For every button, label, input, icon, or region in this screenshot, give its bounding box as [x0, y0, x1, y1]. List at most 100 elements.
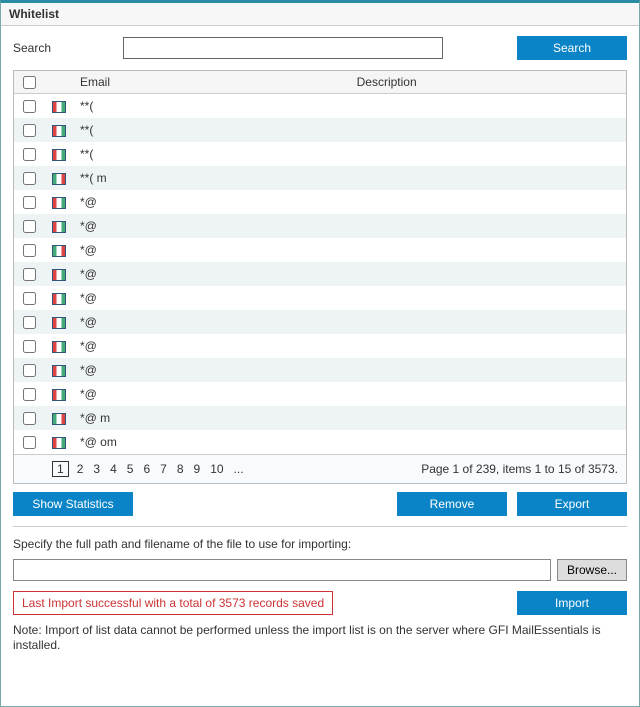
- entry-icon: [52, 221, 66, 233]
- row-checkbox[interactable]: [23, 244, 36, 257]
- row-email: **( m: [74, 166, 351, 190]
- col-email: Email: [74, 71, 351, 94]
- search-button[interactable]: Search: [517, 36, 627, 60]
- export-button[interactable]: Export: [517, 492, 627, 516]
- page-link[interactable]: 8: [175, 462, 186, 476]
- page-link[interactable]: 4: [108, 462, 119, 476]
- import-button[interactable]: Import: [517, 591, 627, 615]
- row-checkbox[interactable]: [23, 220, 36, 233]
- row-description: [351, 406, 626, 430]
- entry-icon: [52, 437, 66, 449]
- row-email: **(: [74, 142, 351, 166]
- import-note: Note: Import of list data cannot be perf…: [13, 623, 627, 654]
- row-checkbox[interactable]: [23, 316, 36, 329]
- entry-icon: [52, 389, 66, 401]
- page-link[interactable]: 9: [192, 462, 203, 476]
- entry-icon: [52, 173, 66, 185]
- row-description: [351, 286, 626, 310]
- entry-icon: [52, 317, 66, 329]
- row-checkbox[interactable]: [23, 100, 36, 113]
- window-title: Whitelist: [1, 3, 639, 26]
- row-email: *@: [74, 286, 351, 310]
- row-email: *@: [74, 334, 351, 358]
- entry-icon: [52, 125, 66, 137]
- row-checkbox[interactable]: [23, 172, 36, 185]
- table-row[interactable]: *@: [14, 262, 626, 286]
- page-link[interactable]: 2: [75, 462, 86, 476]
- whitelist-table: Email Description **(**(**(**( m*@*@*@*@…: [13, 70, 627, 484]
- entry-icon: [52, 413, 66, 425]
- row-checkbox[interactable]: [23, 268, 36, 281]
- row-email: *@: [74, 310, 351, 334]
- row-checkbox[interactable]: [23, 124, 36, 137]
- entry-icon: [52, 341, 66, 353]
- row-email: *@: [74, 262, 351, 286]
- search-input[interactable]: [123, 37, 443, 59]
- entry-icon: [52, 101, 66, 113]
- row-description: [351, 118, 626, 142]
- table-row[interactable]: *@: [14, 382, 626, 406]
- import-label: Specify the full path and filename of th…: [13, 537, 627, 551]
- page-list: 123456789 10...: [52, 461, 246, 477]
- browse-button[interactable]: Browse...: [557, 559, 627, 581]
- show-statistics-button[interactable]: Show Statistics: [13, 492, 133, 516]
- page-link[interactable]: 5: [125, 462, 136, 476]
- table-row[interactable]: *@: [14, 286, 626, 310]
- import-status: Last Import successful with a total of 3…: [13, 591, 333, 615]
- row-description: [351, 430, 626, 454]
- entry-icon: [52, 197, 66, 209]
- row-checkbox[interactable]: [23, 196, 36, 209]
- row-description: [351, 382, 626, 406]
- row-description: [351, 358, 626, 382]
- row-description: [351, 310, 626, 334]
- table-row[interactable]: *@: [14, 214, 626, 238]
- table-row[interactable]: *@: [14, 190, 626, 214]
- import-path-input[interactable]: [13, 559, 551, 581]
- table-row[interactable]: *@: [14, 358, 626, 382]
- search-row: Search Search: [13, 36, 627, 60]
- row-description: [351, 94, 626, 118]
- entry-icon: [52, 365, 66, 377]
- table-row[interactable]: *@: [14, 310, 626, 334]
- entry-icon: [52, 269, 66, 281]
- row-email: **(: [74, 118, 351, 142]
- row-email: *@ m: [74, 406, 351, 430]
- select-all-checkbox[interactable]: [23, 76, 36, 89]
- whitelist-window: Whitelist Search Search Email Descriptio…: [0, 0, 640, 707]
- row-checkbox[interactable]: [23, 412, 36, 425]
- row-checkbox[interactable]: [23, 388, 36, 401]
- page-link[interactable]: 6: [141, 462, 152, 476]
- page-link[interactable]: 1: [52, 461, 69, 477]
- row-checkbox[interactable]: [23, 436, 36, 449]
- pager: 123456789 10... Page 1 of 239, items 1 to…: [14, 454, 626, 483]
- row-checkbox[interactable]: [23, 148, 36, 161]
- row-email: *@: [74, 190, 351, 214]
- row-description: [351, 190, 626, 214]
- table-row[interactable]: **( m: [14, 166, 626, 190]
- pager-summary: Page 1 of 239, items 1 to 15 of 3573.: [421, 462, 618, 476]
- entry-icon: [52, 293, 66, 305]
- table-row[interactable]: *@: [14, 334, 626, 358]
- entry-icon: [52, 245, 66, 257]
- row-description: [351, 166, 626, 190]
- row-description: [351, 142, 626, 166]
- table-row[interactable]: *@: [14, 238, 626, 262]
- row-checkbox[interactable]: [23, 340, 36, 353]
- table-row[interactable]: **(: [14, 94, 626, 118]
- row-checkbox[interactable]: [23, 364, 36, 377]
- remove-button[interactable]: Remove: [397, 492, 507, 516]
- row-email: **(: [74, 94, 351, 118]
- row-description: [351, 334, 626, 358]
- page-link[interactable]: 3: [91, 462, 102, 476]
- row-email: *@: [74, 214, 351, 238]
- table-row[interactable]: **(: [14, 142, 626, 166]
- page-link[interactable]: 7: [158, 462, 169, 476]
- table-row[interactable]: *@ om: [14, 430, 626, 454]
- page-link[interactable]: 10: [208, 462, 225, 476]
- table-row[interactable]: **(: [14, 118, 626, 142]
- row-email: *@: [74, 238, 351, 262]
- row-checkbox[interactable]: [23, 292, 36, 305]
- page-link[interactable]: ...: [232, 462, 246, 476]
- table-row[interactable]: *@ m: [14, 406, 626, 430]
- search-label: Search: [13, 41, 53, 55]
